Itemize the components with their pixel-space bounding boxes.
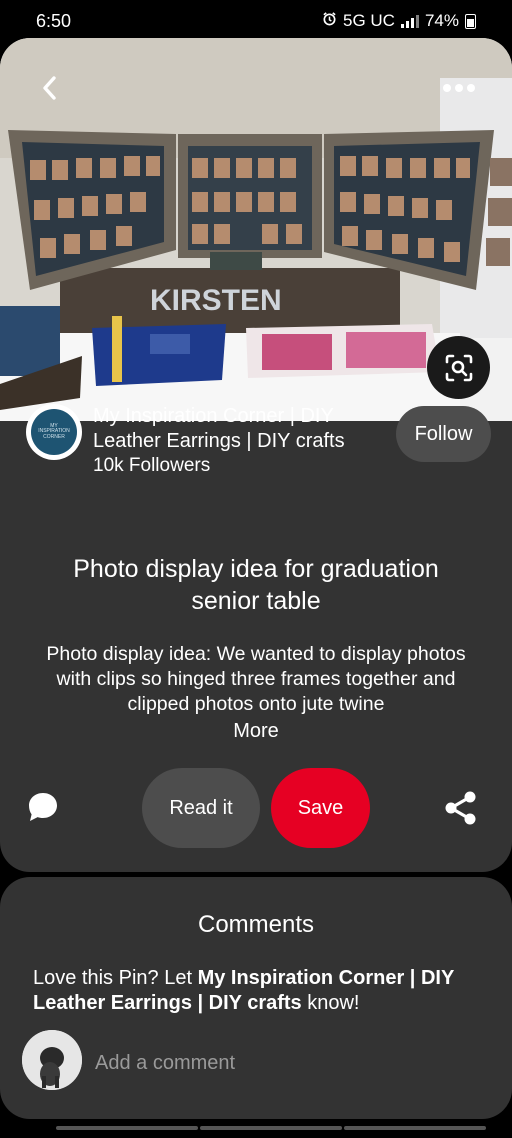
status-time: 6:50: [36, 11, 72, 31]
share-icon: [445, 791, 476, 825]
creator-logo: MY INSPIRATION CORNER: [31, 409, 77, 455]
status-right: 5G UC 74%: [322, 11, 476, 31]
nav-recent[interactable]: [56, 1126, 198, 1130]
comments-title: Comments: [197, 911, 315, 938]
visual-search-button[interactable]: [427, 336, 490, 399]
user-avatar: [22, 1030, 82, 1090]
creator-name[interactable]: My Inspiration Corner | DIY Leather Earr…: [93, 404, 383, 454]
nav-home[interactable]: [200, 1126, 342, 1130]
save-button[interactable]: Save: [271, 768, 370, 848]
battery-icon: [465, 13, 476, 29]
comments-prompt-prefix: Love this Pin? Let: [33, 967, 198, 989]
comments-section: Comments Love this Pin? Let My Inspirati…: [0, 877, 512, 1119]
creator-followers: 10k Followers: [93, 455, 211, 476]
read-it-button[interactable]: Read it: [142, 768, 260, 848]
network-label: 5G UC: [343, 11, 395, 30]
comment-input[interactable]: [93, 1047, 477, 1079]
nav-back[interactable]: [344, 1126, 486, 1130]
svg-text:KIRSTEN: KIRSTEN: [150, 284, 282, 317]
more-options-button[interactable]: [434, 68, 484, 108]
creator-avatar[interactable]: MY INSPIRATION CORNER: [26, 404, 82, 460]
system-nav-bar: [0, 1124, 512, 1138]
follow-button[interactable]: Follow: [396, 406, 491, 462]
more-link[interactable]: More: [0, 720, 512, 743]
status-bar: 6:50 5G UC 74%: [0, 0, 512, 40]
comments-prompt-suffix: know!: [301, 992, 360, 1014]
more-options-icon: [443, 84, 475, 92]
back-icon: [43, 76, 56, 100]
share-button[interactable]: [442, 789, 480, 827]
pin-title: Photo display idea for graduation senior…: [73, 555, 439, 615]
comment-button[interactable]: [26, 790, 60, 824]
visual-search-icon: [445, 354, 472, 381]
pin-description: Photo display idea: We wanted to display…: [46, 643, 466, 715]
signal-icon: [400, 14, 419, 28]
comments-prompt: Love this Pin? Let My Inspiration Corner…: [33, 966, 473, 1016]
back-button[interactable]: [30, 68, 70, 108]
battery-percent: 74%: [424, 11, 459, 30]
comment-icon: [29, 793, 57, 821]
alarm-icon: [322, 11, 337, 31]
